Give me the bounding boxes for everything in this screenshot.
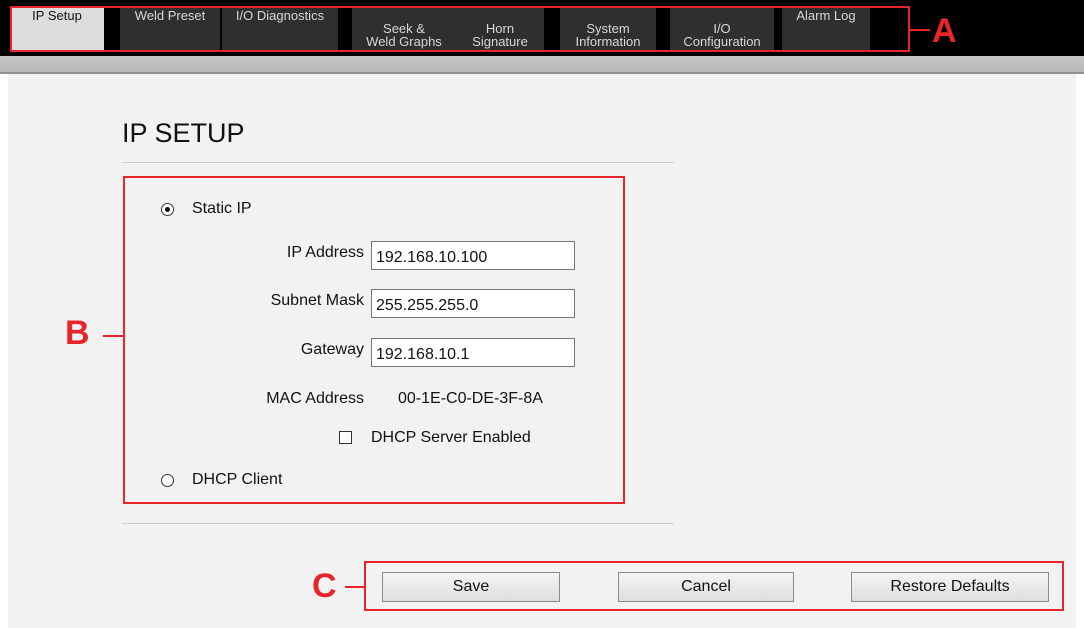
- callout-box-a: [10, 6, 910, 52]
- callout-line-a: [910, 29, 930, 31]
- cancel-button[interactable]: Cancel: [618, 572, 794, 602]
- ip-address-input[interactable]: [371, 241, 575, 270]
- callout-label-a: A: [932, 12, 957, 50]
- subnet-mask-input[interactable]: [371, 289, 575, 318]
- mac-address-value: 00-1E-C0-DE-3F-8A: [398, 390, 543, 407]
- page-title: IP SETUP: [122, 118, 245, 148]
- save-button[interactable]: Save: [382, 572, 560, 602]
- title-divider: [122, 162, 674, 163]
- callout-line-b: [103, 335, 123, 337]
- mac-address-label: MAC Address: [266, 390, 364, 407]
- header-divider-bar: [0, 56, 1084, 74]
- ip-address-label: IP Address: [286, 244, 364, 261]
- gateway-input[interactable]: [371, 338, 575, 367]
- dhcp-server-label: DHCP Server Enabled: [371, 429, 531, 446]
- callout-label-c: C: [312, 567, 337, 605]
- dhcp-client-label: DHCP Client: [192, 471, 283, 488]
- dhcp-server-checkbox[interactable]: [339, 431, 352, 444]
- dhcp-client-radio[interactable]: [161, 474, 174, 487]
- subnet-mask-label: Subnet Mask: [270, 292, 364, 309]
- callout-label-b: B: [65, 314, 90, 352]
- restore-defaults-button[interactable]: Restore Defaults: [851, 572, 1049, 602]
- form-divider: [122, 523, 674, 524]
- static-ip-radio[interactable]: [161, 203, 174, 216]
- gateway-label: Gateway: [300, 341, 364, 358]
- static-ip-label: Static IP: [192, 200, 252, 217]
- callout-line-c: [345, 586, 365, 588]
